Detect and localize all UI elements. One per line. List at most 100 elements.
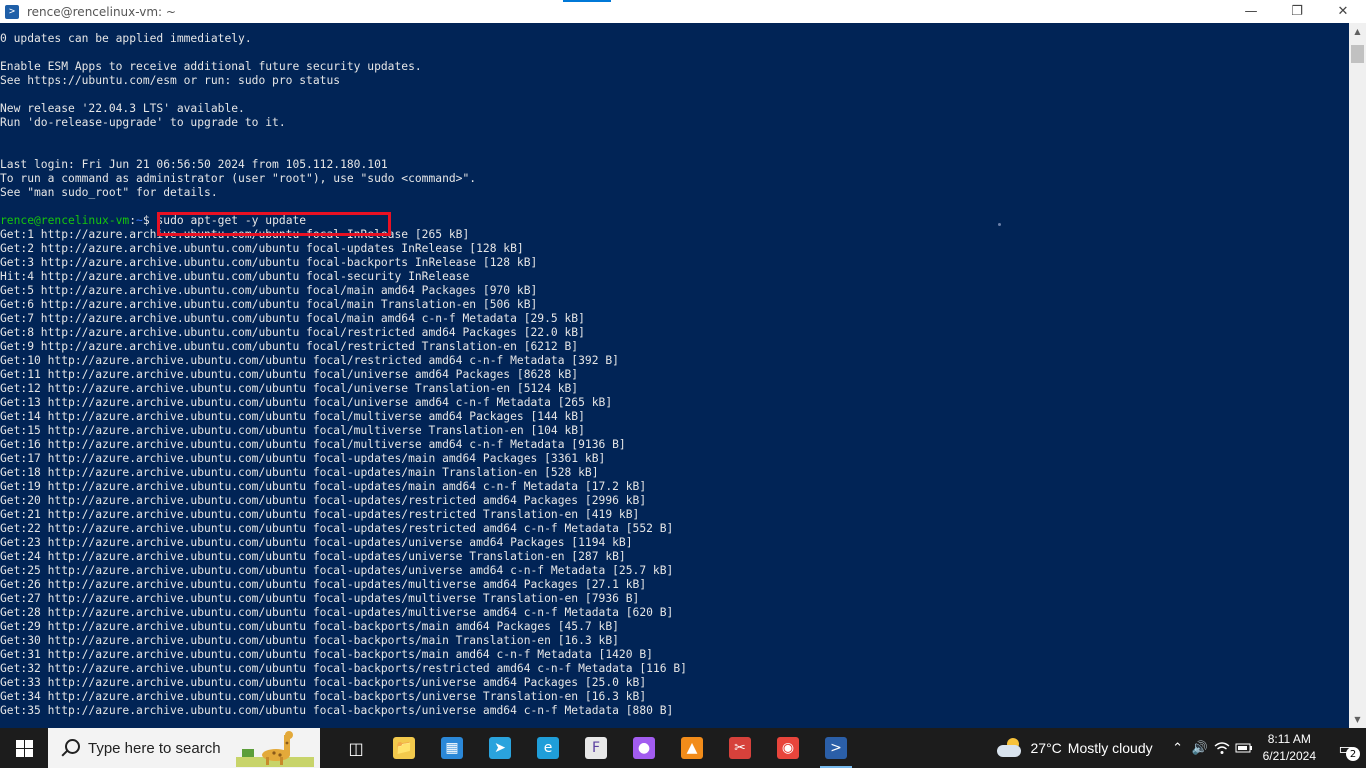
taskbar-app-app-f[interactable]: F: [572, 728, 620, 768]
taskbar-app-task-view[interactable]: ◫: [332, 728, 380, 768]
terminal-line: 0 updates can be applied immediately.: [0, 32, 252, 45]
snipping-tool-icon: ✂: [729, 737, 751, 759]
apt-output-line: Get:31 http://azure.archive.ubuntu.com/u…: [0, 648, 653, 661]
terminal-scrollbar[interactable]: ▲ ▼: [1349, 23, 1366, 728]
restore-icon: ❐: [1291, 4, 1303, 19]
windows-logo-icon: [15, 739, 33, 757]
prompt-path: ~: [136, 214, 143, 227]
clock-date: 6/21/2024: [1262, 749, 1316, 763]
apt-output-line: Get:28 http://azure.archive.ubuntu.com/u…: [0, 606, 674, 619]
apt-output-line: Get:27 http://azure.archive.ubuntu.com/u…: [0, 592, 640, 605]
vlc-icon: ▲: [681, 737, 703, 759]
terminal-output: 0 updates can be applied immediately. En…: [0, 23, 1349, 718]
taskbar-app-powershell[interactable]: >: [812, 728, 860, 768]
speaker-icon[interactable]: 🔊: [1189, 728, 1211, 768]
taskbar-clock[interactable]: 8:11 AM 6/21/2024: [1263, 731, 1316, 765]
apt-output-line: Get:23 http://azure.archive.ubuntu.com/u…: [0, 536, 633, 549]
file-explorer-icon: 📁: [393, 737, 415, 759]
search-icon: [60, 738, 80, 758]
mouse-cursor: [998, 223, 1001, 226]
taskbar-apps: ◫ 📁 ▦ ➤ e F ● ▲ ✂ ◉ >: [332, 728, 860, 768]
weather-temp: 27°C: [1030, 740, 1062, 756]
apt-output-line: Get:30 http://azure.archive.ubuntu.com/u…: [0, 634, 619, 647]
apt-output-line: Get:3 http://azure.archive.ubuntu.com/ub…: [0, 256, 538, 269]
apt-output-line: Get:24 http://azure.archive.ubuntu.com/u…: [0, 550, 626, 563]
notifications-button[interactable]: ▭ 2: [1326, 728, 1366, 768]
scroll-down-icon[interactable]: ▼: [1349, 711, 1366, 728]
apt-output-line: Get:7 http://azure.archive.ubuntu.com/ub…: [0, 312, 585, 325]
taskbar: Type here to search ◫ 📁 ▦ ➤ e F ● ▲ ✂ ◉ > 27°C Mos…: [0, 728, 1366, 768]
taskbar-app-microsoft-store[interactable]: ▦: [428, 728, 476, 768]
terminal-line: Run 'do-release-upgrade' to upgrade to i…: [0, 116, 286, 129]
apt-output-line: Get:12 http://azure.archive.ubuntu.com/u…: [0, 382, 579, 395]
window-title: rence@rencelinux-vm: ~: [27, 4, 176, 19]
taskbar-app-telegram[interactable]: ➤: [476, 728, 524, 768]
microsoft-store-icon: ▦: [441, 737, 463, 759]
taskbar-search-box[interactable]: Type here to search: [48, 728, 320, 768]
clock-time: 8:11 AM: [1267, 732, 1311, 746]
apt-output-line: Get:8 http://azure.archive.ubuntu.com/ub…: [0, 326, 585, 339]
apt-output-line: Get:9 http://azure.archive.ubuntu.com/ub…: [0, 340, 579, 353]
taskbar-app-edge[interactable]: e: [524, 728, 572, 768]
terminal-line: Last login: Fri Jun 21 06:56:50 2024 fro…: [0, 158, 388, 171]
apt-output-line: Get:21 http://azure.archive.ubuntu.com/u…: [0, 508, 640, 521]
apt-output-line: Get:2 http://azure.archive.ubuntu.com/ub…: [0, 242, 524, 255]
edge-icon: e: [537, 737, 559, 759]
taskbar-app-file-explorer[interactable]: 📁: [380, 728, 428, 768]
taskbar-app-paint-drop[interactable]: ●: [620, 728, 668, 768]
battery-icon[interactable]: [1233, 728, 1255, 768]
apt-output-line: Get:33 http://azure.archive.ubuntu.com/u…: [0, 676, 647, 689]
apt-output-line: Hit:4 http://azure.archive.ubuntu.com/ub…: [0, 270, 470, 283]
apt-output-line: Get:10 http://azure.archive.ubuntu.com/u…: [0, 354, 619, 367]
terminal-line: See https://ubuntu.com/esm or run: sudo …: [0, 74, 341, 87]
minimize-button[interactable]: —: [1228, 0, 1274, 23]
taskbar-app-vlc[interactable]: ▲: [668, 728, 716, 768]
apt-output-line: Get:29 http://azure.archive.ubuntu.com/u…: [0, 620, 619, 633]
chrome-icon: ◉: [777, 737, 799, 759]
apt-output-line: Get:14 http://azure.archive.ubuntu.com/u…: [0, 410, 585, 423]
apt-output-line: Get:11 http://azure.archive.ubuntu.com/u…: [0, 368, 579, 381]
search-highlight-giraffe-icon: [236, 731, 314, 767]
paint-drop-icon: ●: [633, 737, 655, 759]
command-highlight-box: [157, 212, 391, 236]
apt-output-line: Get:20 http://azure.archive.ubuntu.com/u…: [0, 494, 647, 507]
taskbar-app-snipping-tool[interactable]: ✂: [716, 728, 764, 768]
apt-output-line: Get:5 http://azure.archive.ubuntu.com/ub…: [0, 284, 538, 297]
apt-output-line: Get:15 http://azure.archive.ubuntu.com/u…: [0, 424, 585, 437]
powershell-icon: >: [825, 737, 847, 759]
apt-output-line: Get:6 http://azure.archive.ubuntu.com/ub…: [0, 298, 538, 311]
close-icon: ✕: [1337, 4, 1349, 19]
powershell-app-icon: >: [5, 4, 19, 19]
apt-output-line: Get:26 http://azure.archive.ubuntu.com/u…: [0, 578, 647, 591]
wifi-icon[interactable]: [1211, 728, 1233, 768]
minimize-icon: —: [1244, 4, 1258, 19]
app-f-icon: F: [585, 737, 607, 759]
terminal-area[interactable]: 0 updates can be applied immediately. En…: [0, 23, 1349, 728]
terminal-line: See "man sudo_root" for details.: [0, 186, 218, 199]
terminal-line: Enable ESM Apps to receive additional fu…: [0, 60, 422, 73]
apt-output-line: Get:25 http://azure.archive.ubuntu.com/u…: [0, 564, 674, 577]
apt-output-line: Get:35 http://azure.archive.ubuntu.com/u…: [0, 704, 674, 717]
apt-output-line: Get:16 http://azure.archive.ubuntu.com/u…: [0, 438, 626, 451]
title-accent: [563, 0, 611, 2]
task-view-icon: ◫: [348, 738, 364, 758]
weather-widget[interactable]: 27°C Mostly cloudy: [996, 738, 1153, 758]
prompt-user-host: rence@rencelinux-vm: [0, 214, 130, 227]
weather-cloud-icon: [996, 738, 1023, 758]
scrollbar-thumb[interactable]: [1351, 45, 1364, 63]
scroll-up-icon[interactable]: ▲: [1349, 23, 1366, 40]
system-tray: 27°C Mostly cloudy ⌃ 🔊 8:11 AM 6/21/2024…: [996, 728, 1366, 768]
notification-badge: 2: [1346, 747, 1360, 761]
apt-output-line: Get:19 http://azure.archive.ubuntu.com/u…: [0, 480, 647, 493]
chevron-up-icon[interactable]: ⌃: [1167, 728, 1189, 768]
apt-output-line: Get:17 http://azure.archive.ubuntu.com/u…: [0, 452, 606, 465]
apt-output-line: Get:13 http://azure.archive.ubuntu.com/u…: [0, 396, 613, 409]
close-button[interactable]: ✕: [1320, 0, 1366, 23]
title-bar[interactable]: > rence@rencelinux-vm: ~ — ❐ ✕: [0, 0, 1366, 23]
taskbar-app-chrome[interactable]: ◉: [764, 728, 812, 768]
restore-button[interactable]: ❐: [1274, 0, 1320, 23]
start-button[interactable]: [0, 728, 48, 768]
prompt-symbol: $: [142, 214, 157, 227]
terminal-line: To run a command as administrator (user …: [0, 172, 477, 185]
apt-output-line: Get:34 http://azure.archive.ubuntu.com/u…: [0, 690, 647, 703]
